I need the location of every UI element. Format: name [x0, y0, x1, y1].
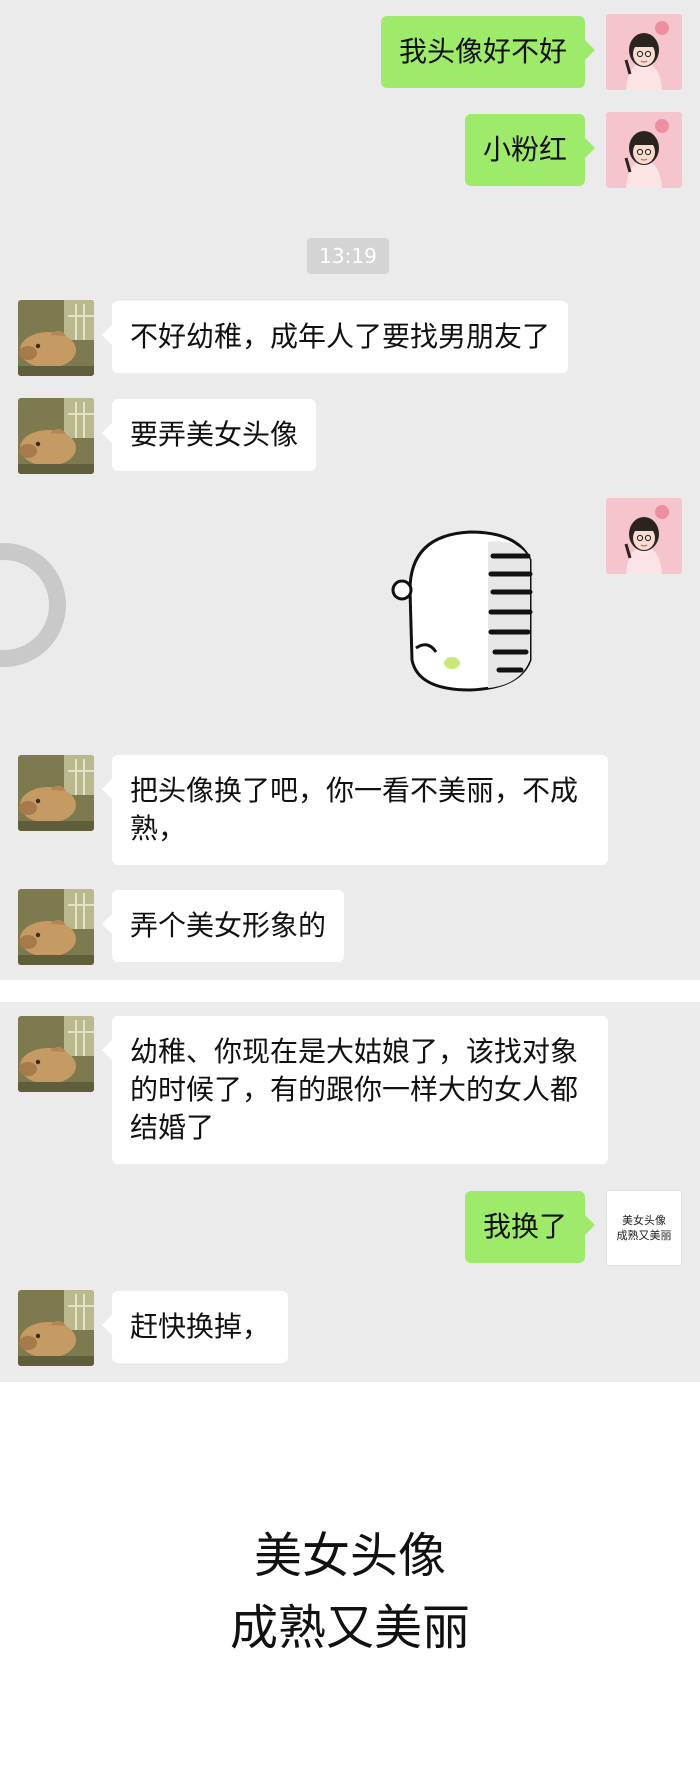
contact-avatar[interactable] — [18, 398, 94, 474]
message-bubble-other[interactable]: 弄个美女形象的 — [101, 890, 345, 962]
dog-avatar-icon — [18, 300, 94, 376]
self-avatar[interactable] — [606, 14, 682, 90]
caption-line: 成熟又美丽 — [229, 1600, 470, 1656]
message-bubble-other[interactable]: 赶快换掉， — [101, 1291, 289, 1363]
chat-panel-top: 我头像好不好 小粉红 13:19 不好幼稚，成年人了要找男朋友了 要弄美女头像 … — [0, 0, 700, 980]
circle-button-icon[interactable] — [0, 543, 66, 667]
chat-timestamp: 13:19 — [307, 238, 389, 274]
thumbnail-text: 美女头像 — [622, 1214, 666, 1227]
dog-avatar-icon — [18, 889, 94, 965]
message-bubble-self[interactable]: 我换了 — [464, 1191, 596, 1263]
self-avatar[interactable] — [606, 112, 682, 188]
message-bubble-other[interactable]: 把头像换了吧，你一看不美丽，不成熟， — [102, 755, 608, 865]
contact-avatar[interactable] — [18, 1016, 94, 1092]
girl-avatar-icon — [606, 14, 682, 90]
self-avatar[interactable] — [606, 498, 682, 574]
contact-avatar[interactable] — [18, 1290, 94, 1366]
contact-avatar[interactable] — [18, 300, 94, 376]
message-bubble-other[interactable]: 不好幼稚，成年人了要找男朋友了 — [101, 301, 569, 373]
message-bubble-self[interactable]: 我头像好不好 — [380, 16, 596, 88]
contact-avatar[interactable] — [18, 889, 94, 965]
new-avatar-thumbnail[interactable]: 美女头像 成熟又美丽 — [606, 1190, 682, 1266]
dog-avatar-icon — [18, 1016, 94, 1092]
caption-line: 美女头像 — [253, 1528, 446, 1584]
dog-avatar-icon — [18, 755, 94, 831]
dog-avatar-icon — [18, 1290, 94, 1366]
girl-avatar-icon — [606, 112, 682, 188]
message-bubble-other[interactable]: 要弄美女头像 — [101, 399, 317, 471]
message-bubble-other[interactable]: 幼稚、你现在是大姑娘了，该找对象的时候了，有的跟你一样大的女人都结婚了 — [102, 1016, 608, 1164]
girl-avatar-icon — [606, 498, 682, 574]
thumbnail-text: 成熟又美丽 — [616, 1229, 672, 1242]
cartoon-blob-sticker-icon[interactable] — [370, 520, 570, 700]
message-bubble-self[interactable]: 小粉红 — [464, 114, 596, 186]
dog-avatar-icon — [18, 398, 94, 474]
contact-avatar[interactable] — [18, 755, 94, 831]
